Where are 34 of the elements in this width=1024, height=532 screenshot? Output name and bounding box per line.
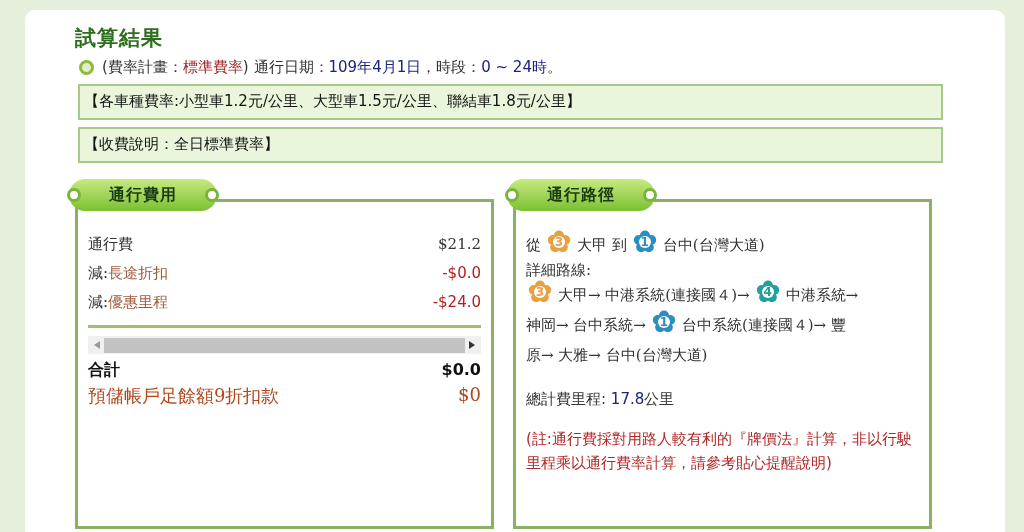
route-text: 大甲 到 bbox=[577, 236, 627, 254]
detail-label: 詳細路線: bbox=[526, 260, 593, 280]
route-note: (註:通行費採對用路人較有利的『牌價法』計算，非以行駛里程乘以通行費率計算，請參考貼心提醒說明) bbox=[526, 429, 913, 474]
route-text: 原→ 大雅→ 台中(台灣大道) bbox=[526, 346, 708, 364]
right-arrow-icon[interactable] bbox=[469, 341, 475, 349]
notice-box: 【各車種費率:小型車1.2元/公里、大型車1.5元/公里、聯結車1.8元/公里】 bbox=[78, 84, 943, 120]
fee-label: 減:長途折扣 bbox=[88, 263, 169, 284]
route-text: 中港系統→ bbox=[785, 286, 859, 304]
fee-amount: -$0.0 bbox=[442, 263, 481, 284]
interchange-badge: 3 bbox=[528, 280, 552, 304]
distance-info: 總計費里程: 17.8公里 bbox=[526, 390, 676, 409]
total-amount: $0.0 bbox=[441, 360, 481, 381]
bullet-icon bbox=[79, 60, 94, 75]
fee-amount: -$24.0 bbox=[432, 292, 481, 313]
route-text: 大甲→ 中港系統(連接國４)→ bbox=[558, 286, 750, 304]
interchange-badge: 1 bbox=[632, 230, 657, 254]
fee-label: 減:優惠里程 bbox=[88, 292, 169, 313]
scrollbar[interactable] bbox=[88, 336, 481, 354]
fee-amount: $21.2 bbox=[438, 234, 481, 255]
page-title: 試算結果 bbox=[75, 25, 164, 52]
interchange-badge: 4 bbox=[755, 280, 780, 304]
left-arrow-icon[interactable] bbox=[94, 341, 100, 349]
interchange-badge: 1 bbox=[651, 310, 676, 334]
prepaid-label: 預儲帳戶足餘額9折扣款 bbox=[88, 384, 280, 408]
notice-box: 【收費說明：全日標準費率】 bbox=[78, 127, 943, 163]
fee-label: 通行費 bbox=[88, 234, 133, 255]
interchange-badge: 3 bbox=[547, 230, 571, 254]
prepaid-amount: $0 bbox=[458, 384, 481, 407]
route-text: 台中系統(連接國４)→ 豐 bbox=[681, 316, 846, 334]
route-text: 從 bbox=[526, 236, 541, 254]
total-label: 合計 bbox=[88, 360, 120, 381]
plan-info: (費率計畫：標準費率) 通行日期：109年4月1日，時段：0 ~ 24時。 bbox=[102, 58, 562, 77]
route-text: 神岡→ 台中系統→ bbox=[526, 316, 646, 334]
route-text: 台中(台灣大道) bbox=[662, 236, 765, 254]
